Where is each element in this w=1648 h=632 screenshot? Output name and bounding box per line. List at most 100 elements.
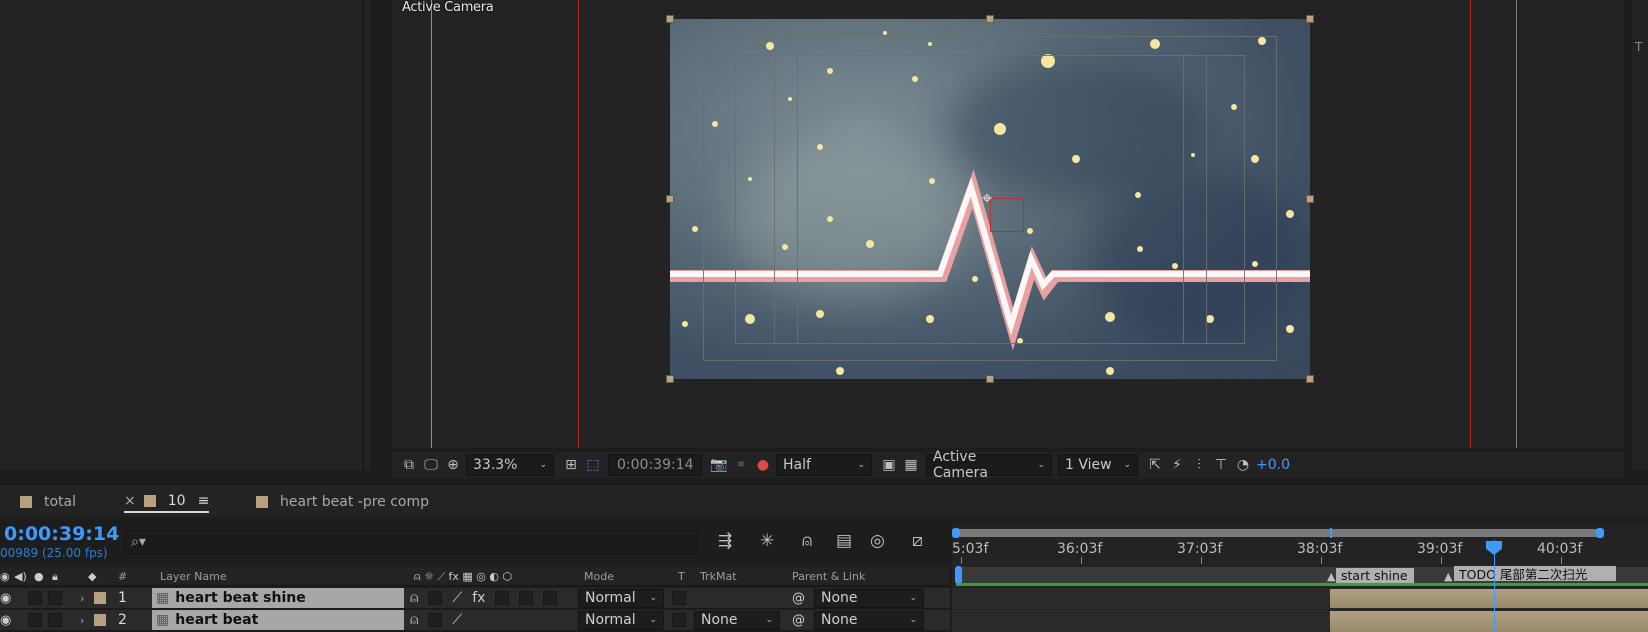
transform-handle[interactable] [1306, 15, 1314, 23]
table-row[interactable]: ◉ › 2 ▦ heart beat ⍝ ⟋ Normal ⌄ None ⌄ @ N… [0, 610, 950, 631]
time-navigator-bar[interactable] [952, 529, 1602, 537]
mask-visibility-icon[interactable]: ⊕ [442, 457, 464, 473]
navigator-end-handle[interactable] [1596, 528, 1604, 538]
blend-mode-dropdown[interactable]: Normal ⌄ [578, 610, 664, 630]
snapshot-icon[interactable]: 📷 [708, 457, 730, 473]
fast-previews-icon[interactable]: ⚡ [1166, 457, 1188, 473]
resolution-dropdown[interactable]: Half ⌄ [776, 454, 872, 476]
parent-dropdown[interactable]: None ⌄ [814, 610, 924, 630]
preserve-transparency-switch[interactable] [672, 591, 686, 605]
adjustment-switch[interactable] [543, 591, 558, 605]
grid-guides-icon[interactable]: ⊞ [560, 457, 582, 473]
composition-mini-flowchart-icon[interactable]: ⇶ [718, 531, 732, 551]
marker-start-shine[interactable]: start shine [1336, 568, 1414, 583]
anchor-point-icon[interactable]: ⌖ [982, 190, 992, 208]
fast-preview-icon[interactable]: ▣ [878, 457, 900, 473]
collapse-switch[interactable] [428, 613, 443, 627]
audio-icon[interactable]: ◀) [14, 570, 27, 583]
audio-switch[interactable] [28, 613, 42, 627]
parent-dropdown[interactable]: None ⌄ [814, 588, 924, 608]
preserve-transparency-switch[interactable] [672, 613, 686, 627]
solo-switch[interactable] [48, 591, 62, 605]
blend-mode-dropdown[interactable]: Normal ⌄ [578, 588, 664, 608]
audio-switch[interactable] [28, 591, 42, 605]
effects-switch-icon[interactable]: fx [472, 590, 485, 606]
view-layout-dropdown[interactable]: 1 View ⌄ [1058, 454, 1138, 476]
show-snapshot-icon[interactable]: ⚭ [730, 457, 752, 473]
expand-chevron-icon[interactable]: › [80, 610, 84, 630]
transform-handle[interactable] [666, 195, 674, 203]
column-layer-name[interactable]: Layer Name [160, 570, 227, 583]
table-row[interactable]: ◉ › 1 ▦ heart beat shine ⍝ ⟋ fx Normal ⌄ … [0, 588, 950, 609]
layer-name[interactable]: ▦ heart beat shine [152, 588, 404, 608]
lock-icon[interactable]: 🔒︎ [52, 570, 58, 584]
trkmat-dropdown[interactable]: None ⌄ [694, 610, 780, 630]
always-preview-icon[interactable]: ⧉ [398, 457, 420, 473]
shy-switch-icon[interactable]: ⍝ [410, 590, 418, 606]
magnification-dropdown[interactable]: 33.3% ⌄ [466, 454, 554, 476]
eye-icon[interactable]: ◉ [0, 610, 11, 630]
exposure-value[interactable]: +0.0 [1256, 457, 1290, 473]
transform-handle[interactable] [986, 15, 994, 23]
motion-blur-switch[interactable] [519, 591, 534, 605]
close-icon[interactable]: × [124, 493, 136, 509]
guide-line-red-right[interactable] [1470, 0, 1471, 448]
menu-icon[interactable]: ≡ [198, 493, 210, 509]
channel-icon[interactable]: ● [752, 457, 774, 473]
quality-switch-icon[interactable]: ⟋ [452, 590, 462, 606]
guide-line-gray[interactable] [1516, 0, 1517, 448]
video-visibility-icon[interactable]: ◉ [0, 570, 10, 583]
marker-todo[interactable]: TODO 尾部第二次扫光 [1454, 566, 1616, 582]
timeline-icon[interactable]: ⫶ [1188, 457, 1210, 473]
guide-line-red-left[interactable] [578, 0, 579, 448]
shy-layers-icon[interactable]: ⍝ [802, 531, 812, 551]
transform-handle[interactable] [1306, 375, 1314, 383]
frame-blend-switch[interactable] [495, 591, 510, 605]
tab-heart-beat-pre-comp[interactable]: heart beat -pre comp [256, 491, 429, 513]
marker-icon[interactable]: ▲ [1327, 570, 1335, 583]
navigator-start-handle[interactable] [952, 528, 960, 538]
layer-duration-bar[interactable] [1330, 611, 1648, 632]
flowchart-icon[interactable]: ⊤ [1210, 457, 1232, 473]
motion-blur-icon[interactable]: ◎ [870, 531, 885, 551]
current-time-display[interactable]: 0:00:39:14 [4, 523, 119, 545]
anchor-box[interactable] [990, 198, 1024, 232]
layer-search-input[interactable]: ⌕▾ [124, 530, 698, 554]
label-tag-icon[interactable]: ◆ [88, 570, 96, 583]
label-swatch[interactable] [94, 614, 106, 626]
layer-switches[interactable]: ⍝ ⟋ fx [410, 588, 558, 608]
tab-10[interactable]: × 10 ≡ [124, 491, 210, 513]
transform-handle[interactable] [666, 15, 674, 23]
reset-exposure-icon[interactable]: ◔ [1232, 457, 1254, 473]
pick-whip-icon[interactable]: @ [792, 588, 805, 608]
draft-3d-icon[interactable]: ✳ [760, 531, 774, 551]
work-area-start-handle[interactable] [955, 566, 962, 584]
collapse-switch[interactable] [428, 591, 443, 605]
eye-icon[interactable]: ◉ [0, 588, 11, 608]
transparency-grid-icon[interactable]: ▦ [900, 457, 922, 473]
frame-blending-icon[interactable]: ▤ [836, 531, 852, 551]
expand-chevron-icon[interactable]: › [80, 588, 84, 608]
transform-handle[interactable] [666, 375, 674, 383]
region-of-interest-icon[interactable]: ⬚ [582, 457, 604, 473]
label-swatch[interactable] [94, 592, 106, 604]
panel-divider[interactable] [362, 0, 364, 470]
current-time-field[interactable]: 0:00:39:14 [608, 454, 702, 476]
solo-switch[interactable] [48, 613, 62, 627]
tab-total[interactable]: total [20, 491, 76, 513]
graph-editor-icon[interactable]: ⧄ [912, 531, 923, 551]
quality-switch-icon[interactable]: ⟋ [452, 612, 462, 628]
layer-duration-bar[interactable] [1330, 589, 1648, 608]
toggle-pixel-aspect-icon[interactable]: ⇱ [1144, 457, 1166, 473]
shy-switch-icon[interactable]: ⍝ [410, 612, 418, 628]
guide-line-blue[interactable] [431, 0, 432, 448]
transform-handle[interactable] [1306, 195, 1314, 203]
pick-whip-icon[interactable]: @ [792, 610, 805, 630]
camera-view-dropdown[interactable]: Active Camera ⌄ [926, 449, 1052, 481]
layer-switches[interactable]: ⍝ ⟋ [410, 610, 462, 630]
current-time-indicator[interactable] [1494, 540, 1495, 632]
layer-name[interactable]: ▦ heart beat [152, 610, 404, 630]
solo-icon[interactable]: ● [34, 570, 44, 583]
marker-icon[interactable]: ▲ [1444, 570, 1452, 583]
monitor-icon[interactable]: 🖵 [420, 457, 442, 473]
